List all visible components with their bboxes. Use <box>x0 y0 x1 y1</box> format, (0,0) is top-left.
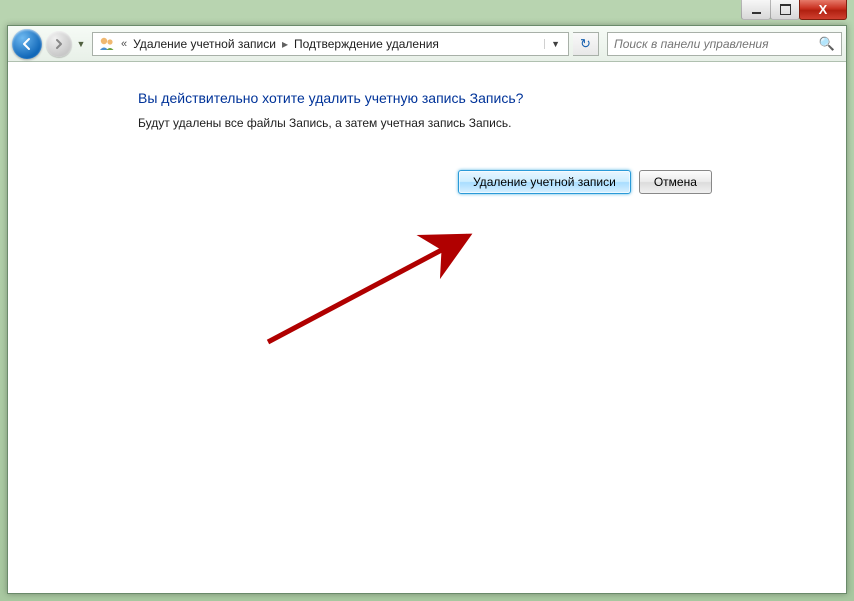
search-icon[interactable]: 🔍 <box>813 36 841 52</box>
maximize-button[interactable] <box>770 0 800 20</box>
arrow-left-icon <box>20 37 34 51</box>
minimize-button[interactable] <box>741 0 771 20</box>
user-accounts-icon <box>98 35 116 53</box>
nav-history-dropdown[interactable]: ▼ <box>74 39 88 49</box>
back-button[interactable] <box>12 29 42 59</box>
cancel-button[interactable]: Отмена <box>639 170 712 194</box>
breadcrumb-overflow-icon[interactable]: « <box>119 38 129 50</box>
arrow-right-icon <box>53 38 65 50</box>
confirm-body-text: Будут удалены все файлы Запись, а затем … <box>138 116 822 130</box>
breadcrumb-seg-1[interactable]: Удаление учетной записи <box>129 37 280 51</box>
window-frame: ▼ « Удаление учетной записи ▸ Подтвержде… <box>7 25 847 594</box>
breadcrumb-seg-2[interactable]: Подтверждение удаления <box>290 37 443 51</box>
window-controls: X <box>742 0 847 22</box>
search-input[interactable] <box>608 37 813 51</box>
breadcrumb-separator-icon[interactable]: ▸ <box>280 37 290 51</box>
refresh-button[interactable]: ↻ <box>573 32 599 56</box>
button-row: Удаление учетной записи Отмена <box>458 170 822 194</box>
address-bar[interactable]: « Удаление учетной записи ▸ Подтверждени… <box>92 32 569 56</box>
address-dropdown[interactable]: ▼ <box>544 39 566 49</box>
toolbar: ▼ « Удаление учетной записи ▸ Подтвержде… <box>8 26 846 62</box>
forward-button[interactable] <box>46 31 72 57</box>
refresh-icon: ↻ <box>580 36 591 52</box>
annotation-arrow-icon <box>258 222 518 352</box>
content-area: Вы действительно хотите удалить учетную … <box>8 62 846 593</box>
confirm-heading: Вы действительно хотите удалить учетную … <box>138 90 822 106</box>
delete-account-button[interactable]: Удаление учетной записи <box>458 170 631 194</box>
search-box: 🔍 <box>607 32 842 56</box>
close-button[interactable]: X <box>799 0 847 20</box>
